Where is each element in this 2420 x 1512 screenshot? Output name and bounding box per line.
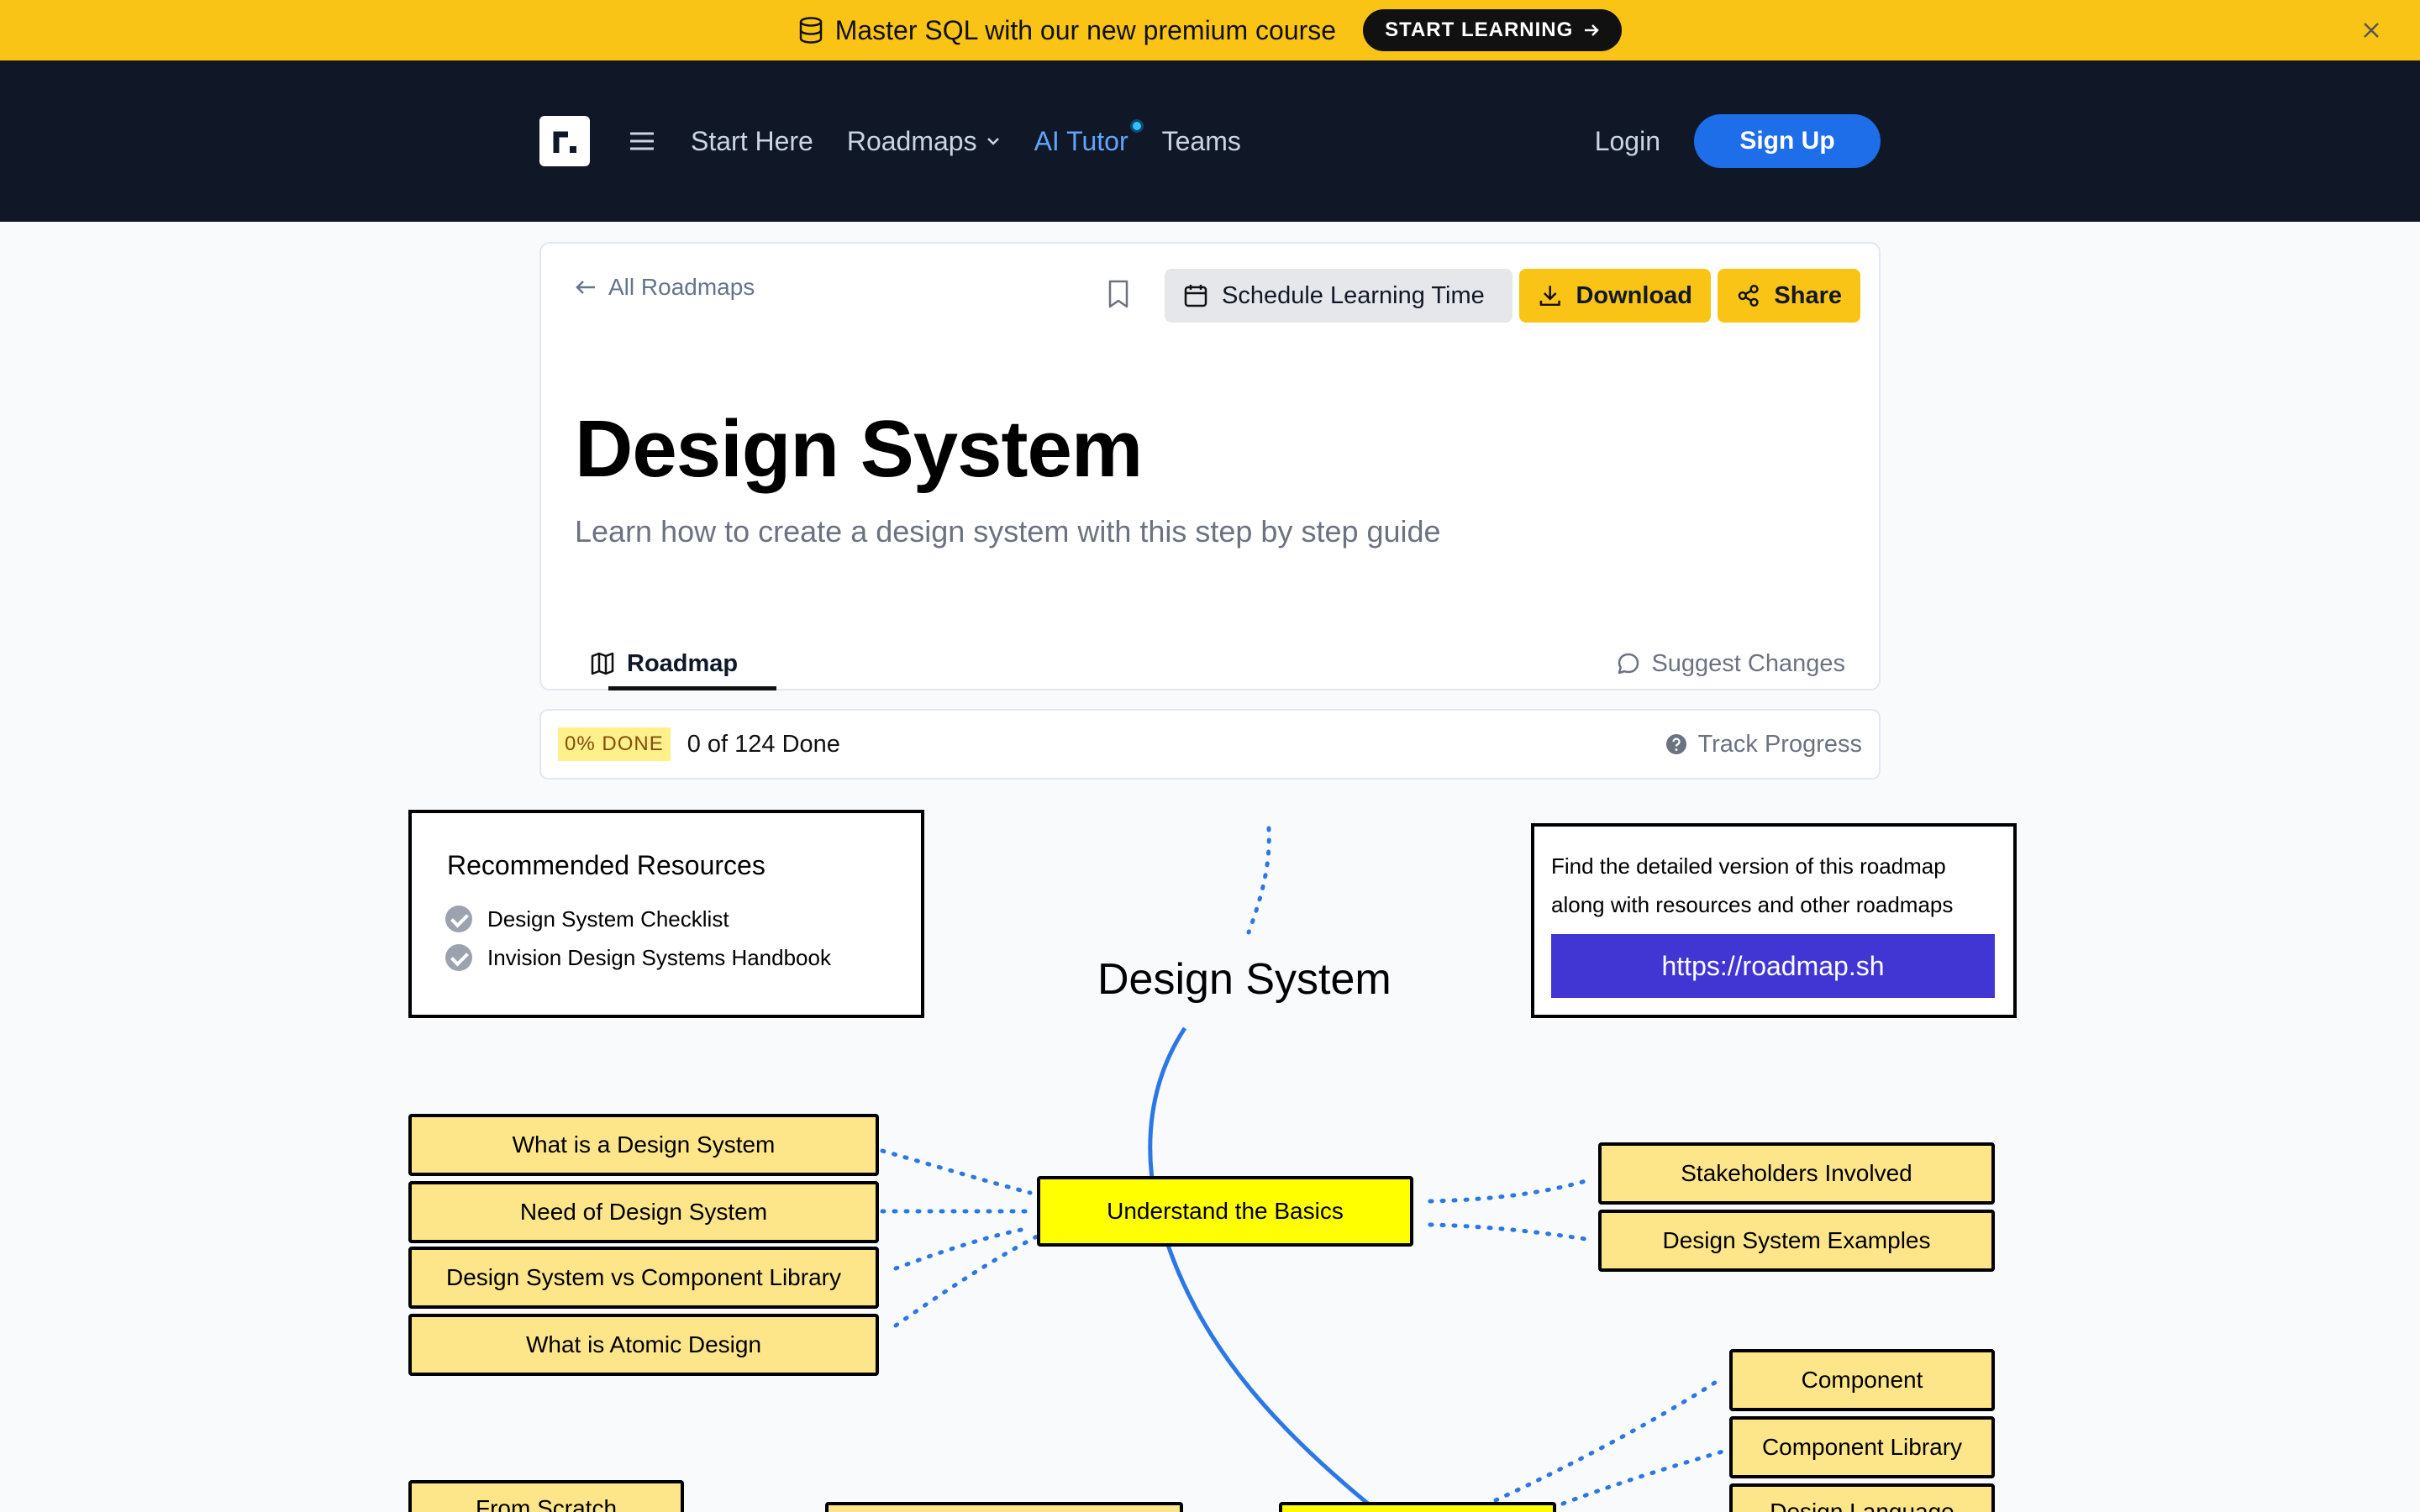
- nav-ai-tutor[interactable]: AI Tutor: [1034, 118, 1144, 157]
- help-circle-icon: [1666, 734, 1687, 754]
- page-subtitle: Learn how to create a design system with…: [575, 514, 1441, 549]
- share-icon: [1738, 285, 1759, 307]
- check-circle-icon: [445, 906, 472, 932]
- share-button[interactable]: Share: [1718, 269, 1860, 323]
- roadmap-sh-link[interactable]: https://roadmap.sh: [1551, 934, 1995, 998]
- done-count: 0 of 124 Done: [687, 730, 840, 758]
- subtopic-node[interactable]: What is Atomic Design: [408, 1314, 879, 1376]
- message-icon: [1618, 653, 1639, 675]
- page-title: Design System: [575, 404, 1143, 494]
- percent-done-badge: 0% DONE: [558, 727, 671, 761]
- check-circle-icon: [445, 944, 472, 971]
- subtopic-node[interactable]: Component: [1729, 1349, 1995, 1411]
- menu-icon[interactable]: [627, 129, 657, 154]
- download-label: Download: [1576, 281, 1692, 309]
- subtopic-node[interactable]: Stakeholders Involved: [1598, 1142, 1995, 1205]
- roadmap-title: Design System: [1097, 955, 1392, 1004]
- tab-roadmap[interactable]: Roadmap: [575, 638, 776, 690]
- subtopic-node[interactable]: From Scratch: [408, 1480, 684, 1512]
- schedule-label: Schedule Learning Time: [1222, 281, 1485, 309]
- calendar-icon: [1184, 285, 1207, 307]
- resources-title: Recommended Resources: [447, 850, 765, 880]
- all-roadmaps-label: All Roadmaps: [608, 274, 755, 300]
- sign-up-button[interactable]: Sign Up: [1694, 114, 1881, 168]
- nav-teams[interactable]: Teams: [1162, 126, 1241, 157]
- detail-line: Find the detailed version of this roadma…: [1551, 853, 1946, 879]
- recommended-resources-box: Recommended Resources Design System Chec…: [408, 810, 924, 1018]
- start-learning-button[interactable]: START LEARNING: [1363, 9, 1623, 51]
- logo-icon: [553, 131, 576, 153]
- promo-banner: Master SQL with our new premium course S…: [0, 0, 2420, 60]
- subtopic-node[interactable]: Need of Design System: [408, 1181, 879, 1243]
- notification-dot: [1129, 118, 1144, 133]
- start-learning-label: START LEARNING: [1385, 18, 1574, 41]
- detailed-version-text: Find the detailed version of this roadma…: [1551, 847, 1953, 924]
- resource-link[interactable]: Invision Design Systems Handbook: [445, 944, 831, 971]
- track-progress-label: Track Progress: [1697, 730, 1862, 758]
- resource-link[interactable]: Design System Checklist: [445, 906, 729, 932]
- progress-bar: 0% DONE 0 of 124 Done Track Progress: [539, 709, 1881, 780]
- nav-roadmaps[interactable]: Roadmaps: [847, 126, 1001, 157]
- suggest-changes-label: Suggest Changes: [1651, 649, 1845, 677]
- detail-line: along with resources and other roadmaps: [1551, 892, 1954, 917]
- subtopic-node[interactable]: What is a Design System: [408, 1114, 879, 1176]
- subtopic-node[interactable]: Design System vs Component Library: [408, 1247, 879, 1309]
- detailed-version-box: Find the detailed version of this roadma…: [1531, 823, 2017, 1018]
- schedule-learning-time-button[interactable]: Schedule Learning Time: [1165, 269, 1512, 323]
- login-link[interactable]: Login: [1595, 126, 1660, 157]
- download-icon: [1539, 286, 1560, 307]
- promo-text: Master SQL with our new premium course: [834, 14, 1337, 45]
- subtopic-node[interactable]: Design Language: [1729, 1483, 1995, 1512]
- download-button[interactable]: Download: [1519, 269, 1711, 323]
- roadmap-canvas: Recommended Resources Design System Chec…: [0, 798, 2420, 1512]
- bookmark-icon[interactable]: [1106, 279, 1131, 309]
- top-navbar: Start Here Roadmaps AI Tutor Teams Login…: [0, 60, 2420, 222]
- subtopic-node[interactable]: Component Library: [1729, 1416, 1995, 1478]
- tab-roadmap-label: Roadmap: [627, 649, 739, 677]
- roadmap-logo[interactable]: [539, 116, 590, 166]
- suggest-changes-link[interactable]: Suggest Changes: [1616, 638, 1845, 689]
- active-tab-indicator: [608, 686, 776, 690]
- share-label: Share: [1774, 281, 1842, 309]
- resource-label: Invision Design Systems Handbook: [487, 944, 831, 970]
- track-progress-link[interactable]: Track Progress: [1665, 731, 1862, 759]
- nav-ai-tutor-label: AI Tutor: [1034, 125, 1128, 156]
- chevron-down-icon: [986, 138, 999, 145]
- close-icon[interactable]: [2356, 15, 2386, 45]
- promo-message: Master SQL with our new premium course: [798, 15, 1336, 46]
- nav-roadmaps-label: Roadmaps: [846, 125, 977, 156]
- map-icon: [591, 652, 614, 675]
- arrow-left-icon: [576, 281, 595, 294]
- nav-start-here[interactable]: Start Here: [691, 126, 813, 157]
- subtopic-node-partial[interactable]: [825, 1502, 1183, 1512]
- topic-node-partial[interactable]: [1279, 1502, 1556, 1512]
- all-roadmaps-link[interactable]: All Roadmaps: [575, 274, 755, 301]
- arrow-right-icon: [1585, 24, 1600, 36]
- topic-node-understand-basics[interactable]: Understand the Basics: [1037, 1176, 1413, 1247]
- subtopic-node[interactable]: Design System Examples: [1598, 1210, 1995, 1272]
- resource-label: Design System Checklist: [487, 906, 729, 932]
- roadmap-connectors: [880, 826, 1725, 1512]
- roadmap-header-card: All Roadmaps Schedule Learning Time Down…: [539, 242, 1881, 690]
- database-icon: [799, 17, 822, 44]
